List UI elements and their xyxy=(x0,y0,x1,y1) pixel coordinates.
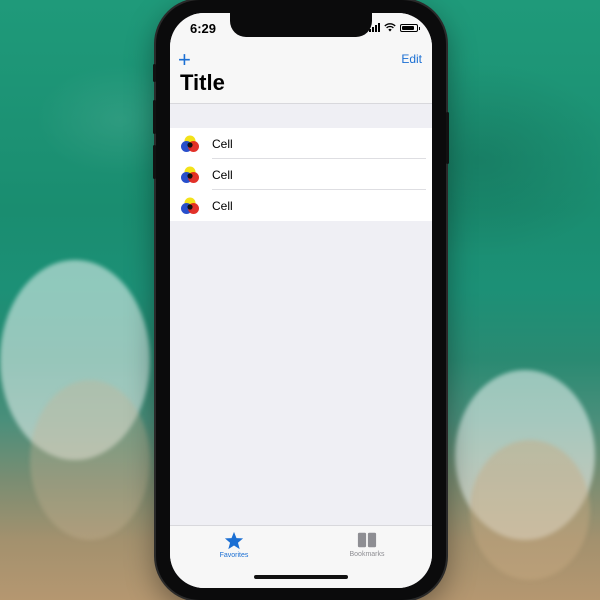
color-circles-icon xyxy=(181,197,199,214)
edit-button[interactable]: Edit xyxy=(401,52,422,66)
table-row[interactable]: Cell xyxy=(170,159,432,190)
book-icon xyxy=(357,532,377,548)
color-circles-icon xyxy=(181,135,199,152)
tab-bookmarks[interactable]: Bookmarks xyxy=(317,531,417,558)
volume-down-button xyxy=(153,145,156,179)
sand-texture xyxy=(30,380,150,540)
tab-favorites[interactable]: Favorites xyxy=(184,531,284,559)
add-button[interactable]: + xyxy=(178,49,191,71)
table-row[interactable]: Cell xyxy=(170,128,432,159)
notch xyxy=(230,13,372,37)
mute-switch xyxy=(153,64,156,82)
iphone-frame: 6:29 + Edit Title Cell Cell Cell Favorit… xyxy=(153,0,449,600)
status-time: 6:29 xyxy=(190,21,217,36)
page-title: Title xyxy=(180,70,225,95)
cell-label: Cell xyxy=(212,168,233,182)
navigation-bar: + Edit Title xyxy=(170,43,432,104)
tab-label: Bookmarks xyxy=(349,551,385,558)
table-row[interactable]: Cell xyxy=(170,190,432,221)
tab-label: Favorites xyxy=(219,552,249,559)
tab-bar: Favorites Bookmarks xyxy=(170,525,432,588)
cell-label: Cell xyxy=(212,137,233,151)
star-icon xyxy=(224,531,244,550)
sand-texture xyxy=(470,440,590,580)
battery-icon xyxy=(400,23,420,32)
home-indicator[interactable] xyxy=(254,575,348,579)
wifi-icon xyxy=(384,23,396,32)
status-icons xyxy=(369,23,420,32)
color-circles-icon xyxy=(181,166,199,183)
table-view: Cell Cell Cell xyxy=(170,128,432,221)
power-button xyxy=(446,112,449,164)
phone-screen: 6:29 + Edit Title Cell Cell Cell Favorit… xyxy=(170,13,432,588)
cell-label: Cell xyxy=(212,199,233,213)
battery-level xyxy=(402,25,414,30)
volume-up-button xyxy=(153,100,156,134)
